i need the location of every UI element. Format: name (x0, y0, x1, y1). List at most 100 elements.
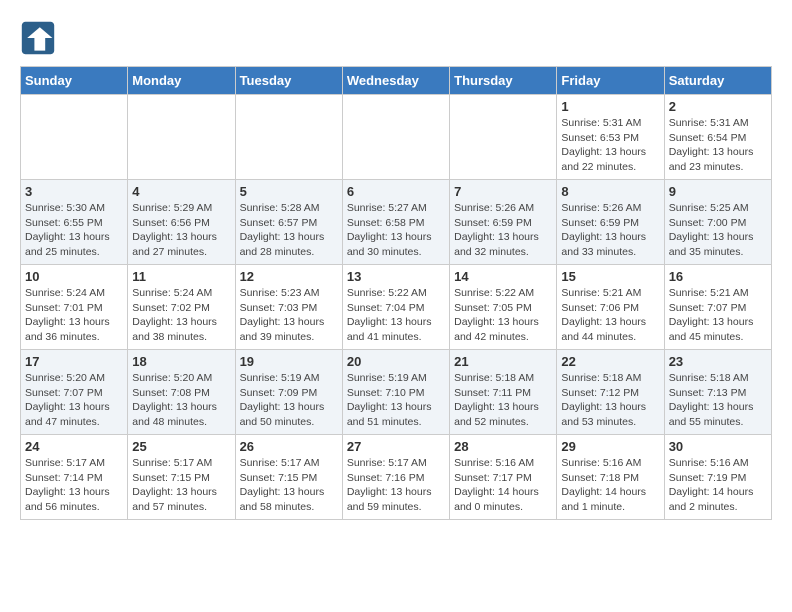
calendar-cell: 7 Sunrise: 5:26 AM Sunset: 6:59 PM Daylig… (450, 180, 557, 265)
weekday-header: Monday (128, 67, 235, 95)
calendar-cell: 18Sunrise: 5:20 AM Sunset: 7:08 PM Dayli… (128, 350, 235, 435)
day-info: Sunrise: 5:22 AM Sunset: 7:04 PM Dayligh… (347, 286, 445, 345)
day-number: 16 (669, 269, 767, 284)
day-info: Sunrise: 5:16 AM Sunset: 7:18 PM Dayligh… (561, 456, 659, 515)
calendar-cell: 23Sunrise: 5:18 AM Sunset: 7:13 PM Dayli… (664, 350, 771, 435)
logo (20, 20, 62, 56)
day-info: Sunrise: 5:23 AM Sunset: 7:03 PM Dayligh… (240, 286, 338, 345)
calendar-cell: 2 Sunrise: 5:31 AM Sunset: 6:54 PM Daylig… (664, 95, 771, 180)
calendar-cell: 17 Sunrise: 5:20 AM Sunset: 7:07 PM Dayli… (21, 350, 128, 435)
day-number: 10 (25, 269, 123, 284)
day-number: 4 (132, 184, 230, 199)
calendar-cell: 27 Sunrise: 5:17 AM Sunset: 7:16 PM Dayli… (342, 435, 449, 520)
calendar-cell: 24 Sunrise: 5:17 AM Sunset: 7:14 PM Dayli… (21, 435, 128, 520)
day-info: Sunrise: 5:24 AM Sunset: 7:01 PM Dayligh… (25, 286, 123, 345)
day-info: Sunrise: 5:17 AM Sunset: 7:15 PM Dayligh… (240, 456, 338, 515)
calendar-week-row: 17 Sunrise: 5:20 AM Sunset: 7:07 PM Dayli… (21, 350, 772, 435)
day-info: Sunrise: 5:17 AM Sunset: 7:15 PM Dayligh… (132, 456, 230, 515)
day-number: 28 (454, 439, 552, 454)
day-number: 7 (454, 184, 552, 199)
calendar-cell: 11Sunrise: 5:24 AM Sunset: 7:02 PM Dayli… (128, 265, 235, 350)
day-info: Sunrise: 5:20 AM Sunset: 7:07 PM Dayligh… (25, 371, 123, 430)
calendar-cell: 20Sunrise: 5:19 AM Sunset: 7:10 PM Dayli… (342, 350, 449, 435)
calendar-cell (450, 95, 557, 180)
weekday-header: Sunday (21, 67, 128, 95)
day-number: 17 (25, 354, 123, 369)
calendar-week-row: 24 Sunrise: 5:17 AM Sunset: 7:14 PM Dayli… (21, 435, 772, 520)
day-number: 19 (240, 354, 338, 369)
calendar-cell (235, 95, 342, 180)
calendar-cell: 22 Sunrise: 5:18 AM Sunset: 7:12 PM Dayli… (557, 350, 664, 435)
day-info: Sunrise: 5:17 AM Sunset: 7:14 PM Dayligh… (25, 456, 123, 515)
weekday-header: Wednesday (342, 67, 449, 95)
day-info: Sunrise: 5:26 AM Sunset: 6:59 PM Dayligh… (561, 201, 659, 260)
calendar-cell (342, 95, 449, 180)
day-number: 30 (669, 439, 767, 454)
day-info: Sunrise: 5:25 AM Sunset: 7:00 PM Dayligh… (669, 201, 767, 260)
day-info: Sunrise: 5:18 AM Sunset: 7:11 PM Dayligh… (454, 371, 552, 430)
calendar-cell: 6 Sunrise: 5:27 AM Sunset: 6:58 PM Daylig… (342, 180, 449, 265)
day-number: 18 (132, 354, 230, 369)
logo-icon (20, 20, 56, 56)
calendar-cell: 10 Sunrise: 5:24 AM Sunset: 7:01 PM Dayli… (21, 265, 128, 350)
day-number: 9 (669, 184, 767, 199)
day-info: Sunrise: 5:29 AM Sunset: 6:56 PM Dayligh… (132, 201, 230, 260)
calendar-cell: 13 Sunrise: 5:22 AM Sunset: 7:04 PM Dayli… (342, 265, 449, 350)
day-info: Sunrise: 5:31 AM Sunset: 6:53 PM Dayligh… (561, 116, 659, 175)
calendar-cell: 8 Sunrise: 5:26 AM Sunset: 6:59 PM Daylig… (557, 180, 664, 265)
calendar-cell: 19 Sunrise: 5:19 AM Sunset: 7:09 PM Dayli… (235, 350, 342, 435)
day-number: 24 (25, 439, 123, 454)
calendar-cell: 12 Sunrise: 5:23 AM Sunset: 7:03 PM Dayli… (235, 265, 342, 350)
day-number: 12 (240, 269, 338, 284)
day-number: 1 (561, 99, 659, 114)
day-info: Sunrise: 5:22 AM Sunset: 7:05 PM Dayligh… (454, 286, 552, 345)
calendar-cell: 16 Sunrise: 5:21 AM Sunset: 7:07 PM Dayli… (664, 265, 771, 350)
day-info: Sunrise: 5:27 AM Sunset: 6:58 PM Dayligh… (347, 201, 445, 260)
day-info: Sunrise: 5:19 AM Sunset: 7:09 PM Dayligh… (240, 371, 338, 430)
calendar-cell: 25 Sunrise: 5:17 AM Sunset: 7:15 PM Dayli… (128, 435, 235, 520)
day-info: Sunrise: 5:18 AM Sunset: 7:13 PM Dayligh… (669, 371, 767, 430)
calendar-week-row: 3 Sunrise: 5:30 AM Sunset: 6:55 PM Daylig… (21, 180, 772, 265)
day-number: 14 (454, 269, 552, 284)
day-number: 11 (132, 269, 230, 284)
day-info: Sunrise: 5:17 AM Sunset: 7:16 PM Dayligh… (347, 456, 445, 515)
day-info: Sunrise: 5:21 AM Sunset: 7:07 PM Dayligh… (669, 286, 767, 345)
calendar-cell: 4 Sunrise: 5:29 AM Sunset: 6:56 PM Daylig… (128, 180, 235, 265)
day-number: 21 (454, 354, 552, 369)
weekday-header: Saturday (664, 67, 771, 95)
day-number: 8 (561, 184, 659, 199)
day-number: 3 (25, 184, 123, 199)
calendar-cell: 30 Sunrise: 5:16 AM Sunset: 7:19 PM Dayli… (664, 435, 771, 520)
day-info: Sunrise: 5:21 AM Sunset: 7:06 PM Dayligh… (561, 286, 659, 345)
calendar-week-row: 10 Sunrise: 5:24 AM Sunset: 7:01 PM Dayli… (21, 265, 772, 350)
calendar-header-row: SundayMondayTuesdayWednesdayThursdayFrid… (21, 67, 772, 95)
day-info: Sunrise: 5:18 AM Sunset: 7:12 PM Dayligh… (561, 371, 659, 430)
calendar-cell: 5Sunrise: 5:28 AM Sunset: 6:57 PM Daylig… (235, 180, 342, 265)
calendar-cell: 1 Sunrise: 5:31 AM Sunset: 6:53 PM Daylig… (557, 95, 664, 180)
day-number: 29 (561, 439, 659, 454)
day-number: 27 (347, 439, 445, 454)
day-number: 22 (561, 354, 659, 369)
weekday-header: Friday (557, 67, 664, 95)
day-info: Sunrise: 5:30 AM Sunset: 6:55 PM Dayligh… (25, 201, 123, 260)
calendar-cell: 3 Sunrise: 5:30 AM Sunset: 6:55 PM Daylig… (21, 180, 128, 265)
calendar-cell: 29 Sunrise: 5:16 AM Sunset: 7:18 PM Dayli… (557, 435, 664, 520)
calendar-cell: 15 Sunrise: 5:21 AM Sunset: 7:06 PM Dayli… (557, 265, 664, 350)
day-info: Sunrise: 5:28 AM Sunset: 6:57 PM Dayligh… (240, 201, 338, 260)
day-number: 15 (561, 269, 659, 284)
day-number: 13 (347, 269, 445, 284)
day-info: Sunrise: 5:16 AM Sunset: 7:19 PM Dayligh… (669, 456, 767, 515)
day-number: 2 (669, 99, 767, 114)
calendar-table: SundayMondayTuesdayWednesdayThursdayFrid… (20, 66, 772, 520)
calendar-cell: 9 Sunrise: 5:25 AM Sunset: 7:00 PM Daylig… (664, 180, 771, 265)
day-number: 25 (132, 439, 230, 454)
calendar-cell: 26 Sunrise: 5:17 AM Sunset: 7:15 PM Dayli… (235, 435, 342, 520)
day-number: 6 (347, 184, 445, 199)
day-info: Sunrise: 5:19 AM Sunset: 7:10 PM Dayligh… (347, 371, 445, 430)
day-info: Sunrise: 5:26 AM Sunset: 6:59 PM Dayligh… (454, 201, 552, 260)
day-number: 26 (240, 439, 338, 454)
calendar-cell: 21 Sunrise: 5:18 AM Sunset: 7:11 PM Dayli… (450, 350, 557, 435)
calendar-week-row: 1 Sunrise: 5:31 AM Sunset: 6:53 PM Daylig… (21, 95, 772, 180)
day-info: Sunrise: 5:16 AM Sunset: 7:17 PM Dayligh… (454, 456, 552, 515)
day-info: Sunrise: 5:31 AM Sunset: 6:54 PM Dayligh… (669, 116, 767, 175)
